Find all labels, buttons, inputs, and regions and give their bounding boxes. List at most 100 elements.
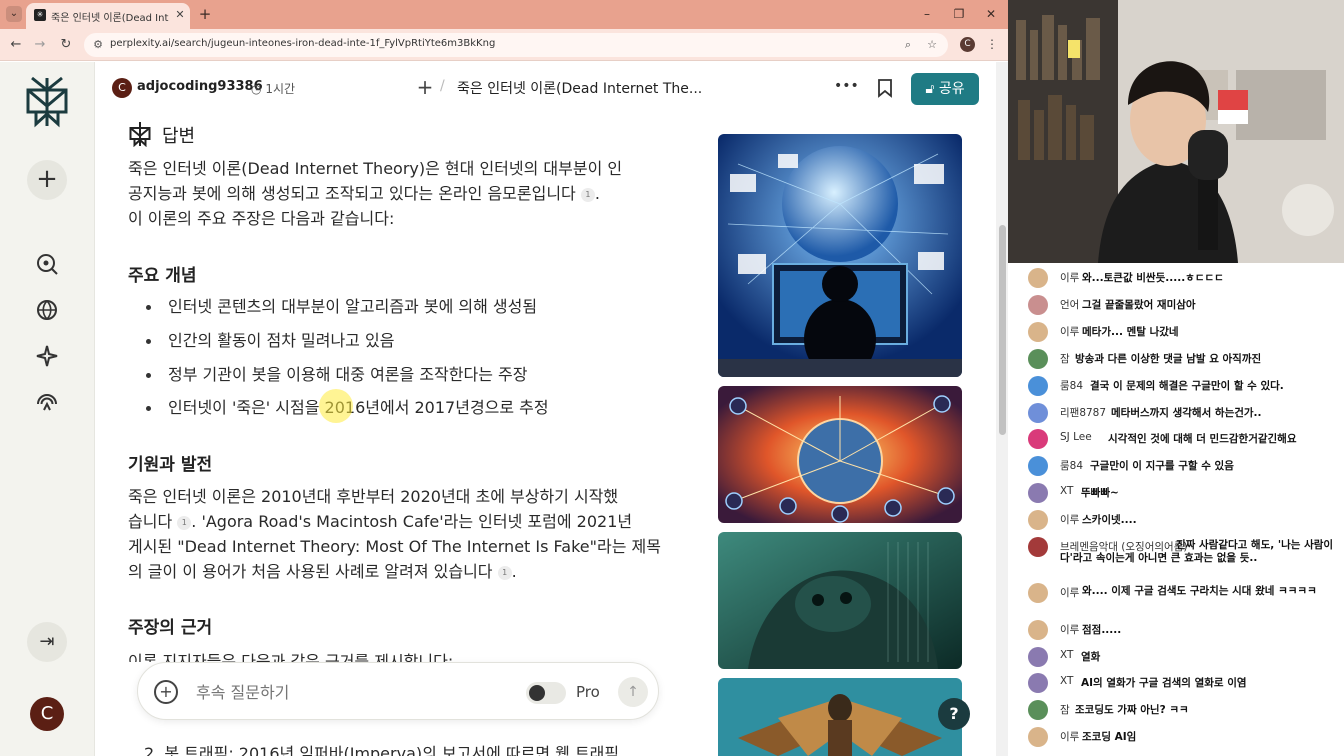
chat-avatar[interactable] (1028, 727, 1048, 747)
image-card[interactable] (718, 678, 962, 756)
browser-profile-avatar[interactable]: C (960, 37, 975, 52)
tab-close-icon[interactable]: ✕ (174, 8, 186, 22)
thread-title[interactable]: 죽은 인터넷 이론(Dead Internet The... (457, 78, 717, 98)
chat-message-text: 그걸 끝줄몰랐어 재미삼아 (1082, 299, 1196, 311)
tab-search-icon[interactable]: ⌄ (6, 6, 22, 22)
chat-avatar[interactable] (1028, 673, 1048, 693)
new-thread-button[interactable]: + (27, 160, 67, 200)
tab-title: 죽은 인터넷 이론(Dead Internet (51, 13, 169, 23)
chat-message-text: 조코딩도 가짜 아닌? ㅋㅋ (1075, 704, 1189, 716)
chat-nickname[interactable]: 언어 (1060, 297, 1079, 312)
chat-avatar[interactable] (1028, 700, 1048, 720)
clock-icon: ◷ (251, 82, 262, 96)
window-close-icon[interactable]: ✕ (984, 6, 998, 22)
chat-avatar[interactable] (1028, 429, 1048, 449)
intro-paragraph: 죽은 인터넷 이론(Dead Internet Theory)은 현대 인터넷의… (128, 156, 673, 231)
chat-message-text: 와.... 이제 구글 검색도 구라치는 시대 왔네 ㅋㅋㅋㅋ (1082, 585, 1317, 597)
chat-nickname[interactable]: 이루 (1060, 622, 1079, 637)
new-collection-icon[interactable]: + (416, 76, 434, 98)
chat-message: SJ Lee 시각적인 것에 대해 더 민드감한거같긴해요 (1028, 429, 1338, 451)
chat-message: 잠 조코딩도 가짜 아닌? ㅋㅋ (1028, 700, 1338, 722)
bookmark-icon[interactable] (876, 78, 894, 98)
chat-avatar[interactable] (1028, 510, 1048, 530)
chat-nickname[interactable]: 이루 (1060, 729, 1079, 744)
browser-menu-icon[interactable]: ⋮ (986, 36, 998, 52)
image-card[interactable] (718, 134, 962, 377)
chat-avatar[interactable] (1028, 403, 1048, 423)
chat-nickname[interactable]: XT (1060, 649, 1073, 661)
back-icon[interactable]: ← (8, 37, 24, 53)
chat-avatar[interactable] (1028, 483, 1048, 503)
browser-tab[interactable]: ✳ 죽은 인터넷 이론(Dead Internet ✕ (26, 3, 190, 29)
library-broadcast-icon[interactable] (33, 388, 61, 416)
chat-avatar[interactable] (1028, 620, 1048, 640)
minimize-icon[interactable]: – (920, 6, 934, 22)
chat-nickname[interactable]: 룸84 (1060, 458, 1083, 473)
citation-badge[interactable]: 1 (580, 187, 595, 202)
pro-toggle[interactable] (526, 682, 566, 704)
chat-avatar[interactable] (1028, 537, 1048, 557)
perplexity-logo-icon[interactable] (24, 76, 70, 128)
partial-text-line: 이론 지지자들은 다음과 같은 근거를 제시합니다: (128, 652, 454, 662)
send-arrow-icon[interactable]: ↑ (618, 677, 648, 707)
live-chat: 이루 와...토큰값 비싼듯.....ㅎㄷㄷㄷ 언어 그걸 끝줄몰랐어 재미삼아 이루 메… (1008, 263, 1344, 756)
chat-message-text: AI의 열화가 구글 검색의 열화로 이염 (1081, 677, 1247, 689)
chat-avatar[interactable] (1028, 322, 1048, 342)
chat-avatar[interactable] (1028, 376, 1048, 396)
forward-icon[interactable]: → (32, 37, 48, 53)
citation-badge[interactable]: 1 (497, 565, 512, 580)
image-card[interactable] (718, 386, 962, 523)
zoom-icon[interactable]: ⌕ (900, 37, 916, 53)
reload-icon[interactable]: ↻ (58, 37, 74, 53)
attach-plus-icon[interactable]: + (154, 680, 178, 704)
bookmark-star-icon[interactable]: ☆ (924, 37, 940, 53)
origin-line: 죽은 인터넷 이론은 2010년대 후반부터 2020년대 초에 부상하기 시작… (128, 487, 619, 506)
followup-input[interactable] (196, 680, 496, 704)
chat-message-text: 스카이넷.... (1082, 514, 1137, 526)
user-avatar[interactable]: C (30, 697, 64, 731)
url-field[interactable]: ⚙ perplexity.ai/search/jugeun-inteones-i… (84, 33, 948, 57)
chat-avatar[interactable] (1028, 583, 1048, 603)
chat-avatar[interactable] (1028, 295, 1048, 315)
chat-nickname[interactable]: 리팬8787 (1060, 405, 1106, 420)
chat-avatar[interactable] (1028, 349, 1048, 369)
restore-icon[interactable]: ❐ (952, 6, 966, 22)
list-item-text: 정부 기관이 봇을 이용해 대중 여론을 조작한다는 주장 (168, 365, 528, 384)
chat-message-text: 조코딩 AI임 (1082, 731, 1137, 743)
chat-nickname[interactable]: 이루 (1060, 324, 1079, 339)
chat-avatar[interactable] (1028, 647, 1048, 667)
chat-avatar[interactable] (1028, 456, 1048, 476)
search-home-icon[interactable] (33, 250, 61, 278)
chat-nickname[interactable]: 이루 (1060, 270, 1079, 285)
help-button[interactable]: ? (938, 698, 970, 730)
chat-nickname[interactable]: 룸84 (1060, 378, 1083, 393)
section-title-evidence: 주장의 근거 (128, 618, 213, 638)
chat-nickname[interactable]: SJ Lee (1060, 431, 1092, 443)
expand-sidebar-icon[interactable]: ⇥ (27, 622, 67, 662)
discover-globe-icon[interactable] (33, 296, 61, 324)
site-info-icon[interactable]: ⚙ (90, 37, 106, 53)
share-button[interactable]: 🔓︎ 공유 (911, 73, 979, 105)
pro-label: Pro (576, 683, 600, 701)
author-username[interactable]: adjocoding93386 (137, 79, 263, 97)
chat-message: 이루 점점..... (1028, 620, 1338, 642)
new-tab-button[interactable]: + (197, 6, 213, 22)
chat-nickname[interactable]: XT (1060, 675, 1073, 687)
chat-nickname[interactable]: 잠 (1060, 702, 1070, 717)
spaces-sparkle-icon[interactable] (33, 342, 61, 370)
webcam-view (1008, 0, 1344, 263)
citation-badge[interactable]: 1 (177, 515, 192, 530)
list-item-text: 인터넷이 '죽은' 시점을 2016년에서 2017년경으로 추정 (168, 398, 549, 417)
chat-message-text: 뚜빠빠~ (1081, 487, 1119, 499)
origin-line-text: 의 글이 이 용어가 처음 사용된 사례로 알려져 있습니다 (128, 562, 493, 581)
scrollbar-thumb[interactable] (999, 225, 1006, 435)
list-item-text: 인터넷 콘텐츠의 대부분이 알고리즘과 봇에 의해 생성됨 (168, 297, 538, 316)
chat-nickname[interactable]: XT (1060, 485, 1073, 497)
more-options-icon[interactable]: ••• (834, 76, 859, 96)
chat-nickname[interactable]: 이루 (1060, 512, 1079, 527)
winged-figure-image (718, 678, 962, 756)
chat-avatar[interactable] (1028, 268, 1048, 288)
image-card[interactable] (718, 532, 962, 669)
origin-line-text: 습니다 (128, 512, 173, 531)
chat-nickname[interactable]: 잠 (1060, 351, 1070, 366)
